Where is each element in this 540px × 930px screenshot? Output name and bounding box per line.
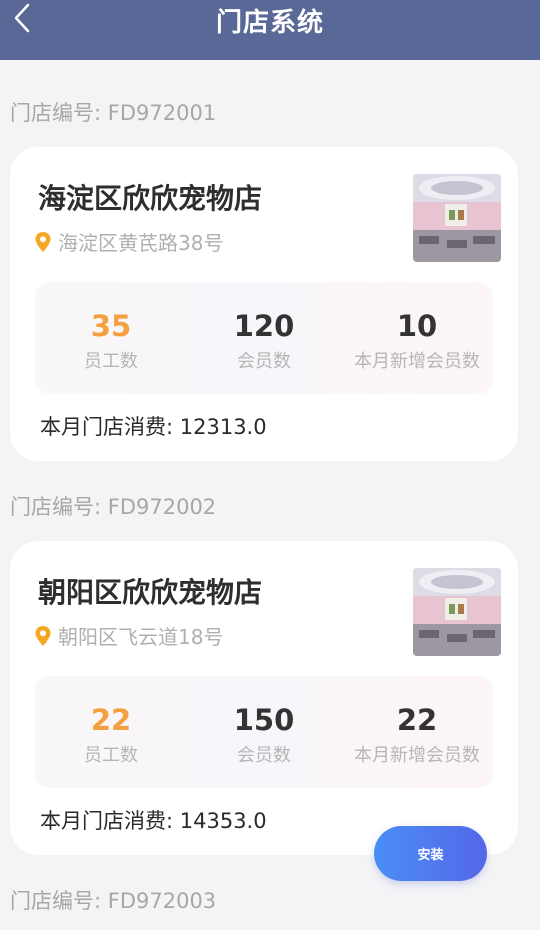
new-member-label: 本月新增会员数	[354, 745, 480, 766]
staff-count: 35	[90, 309, 132, 343]
member-label: 会员数	[237, 351, 291, 372]
stat-members: 120 会员数	[188, 282, 340, 394]
store-address-text: 海淀区黄芪路38号	[58, 231, 224, 255]
location-pin-icon	[35, 231, 51, 252]
staff-label: 员工数	[84, 745, 138, 766]
stat-staff: 22 员工数	[35, 676, 187, 788]
new-member-count: 10	[396, 309, 438, 343]
store-code-label: 门店编号: FD972003	[10, 889, 217, 913]
stat-staff: 35 员工数	[35, 282, 187, 394]
store-code-label: 门店编号: FD972001	[10, 101, 217, 125]
store-card[interactable]: 海淀区欣欣宠物店 海淀区黄芪路38号 35 员工数 120 会员数 10 本月新…	[10, 147, 518, 461]
store-card[interactable]: 朝阳区欣欣宠物店 朝阳区飞云道18号 22 员工数 150 会员数 22 本月新…	[10, 541, 518, 855]
store-thumbnail	[413, 174, 501, 262]
member-count: 150	[233, 703, 295, 737]
stat-new-members: 10 本月新增会员数	[341, 282, 493, 394]
page-title: 门店系统	[215, 8, 324, 38]
store-address: 朝阳区飞云道18号	[34, 621, 223, 650]
staff-count: 22	[90, 703, 132, 737]
store-name: 朝阳区欣欣宠物店	[38, 576, 263, 609]
store-address-text: 朝阳区飞云道18号	[58, 625, 224, 649]
install-button[interactable]: 安装	[374, 826, 487, 881]
store-name: 海淀区欣欣宠物店	[38, 182, 263, 215]
monthly-spend: 本月门店消费: 12313.0	[40, 415, 267, 439]
monthly-spend: 本月门店消费: 14353.0	[40, 809, 267, 833]
member-count: 120	[233, 309, 295, 343]
store-stats-panel: 22 员工数 150 会员数 22 本月新增会员数	[35, 676, 493, 788]
stat-members: 150 会员数	[188, 676, 340, 788]
location-pin-icon	[35, 625, 51, 646]
new-member-label: 本月新增会员数	[354, 351, 480, 372]
store-code-label: 门店编号: FD972002	[10, 495, 217, 519]
new-member-count: 22	[396, 703, 438, 737]
store-address: 海淀区黄芪路38号	[34, 227, 223, 256]
staff-label: 员工数	[84, 351, 138, 372]
stat-new-members: 22 本月新增会员数	[341, 676, 493, 788]
member-label: 会员数	[237, 745, 291, 766]
store-stats-panel: 35 员工数 120 会员数 10 本月新增会员数	[35, 282, 493, 394]
store-thumbnail	[413, 568, 501, 656]
header-bar: 门店系统	[0, 0, 540, 60]
